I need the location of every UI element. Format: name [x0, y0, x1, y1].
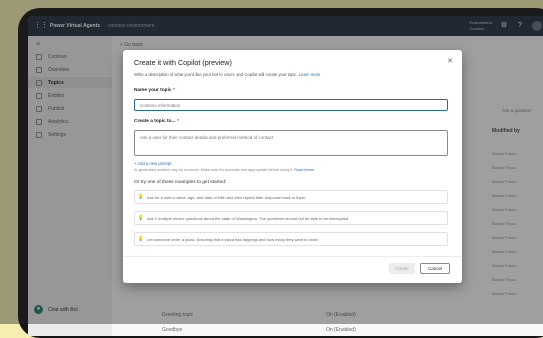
lightbulb-icon: 💡 [137, 215, 145, 221]
dialog-divider [123, 256, 462, 257]
example-prompt-card[interactable]: 💡 Ask for a user's name, age, and date o… [134, 190, 448, 204]
learn-more-link[interactable]: Learn more [299, 72, 320, 77]
close-icon[interactable]: ✕ [447, 57, 453, 65]
ai-disclaimer: AI-generated content may be incorrect. M… [134, 168, 314, 172]
example-text: Ask for a user's name, age, and date of … [147, 194, 307, 200]
example-prompt-card[interactable]: 💡 Ask 2 multiple choice questions about … [134, 211, 448, 225]
disclaimer-text: AI-generated content may be incorrect. M… [134, 168, 294, 172]
topic-label-text: Create a topic to... [134, 119, 176, 124]
example-text: Let someone order a pizza. Ensuring that… [147, 236, 319, 242]
topic-description-input[interactable] [134, 130, 448, 156]
topic-name-input[interactable] [134, 99, 448, 111]
read-terms-link[interactable]: Read terms [294, 168, 314, 172]
lightbulb-icon: 💡 [137, 236, 145, 242]
cancel-button[interactable]: Cancel [420, 263, 450, 274]
add-prompt-link[interactable]: + Add a new prompt [134, 161, 171, 166]
dialog-title: Create it with Copilot (preview) [134, 58, 232, 67]
example-prompt-card[interactable]: 💡 Let someone order a pizza. Ensuring th… [134, 232, 448, 246]
example-text: Ask 2 multiple choice questions about th… [147, 215, 350, 221]
copilot-create-topic-dialog: Create it with Copilot (preview) ✕ Write… [123, 50, 462, 283]
topic-name-goodbye[interactable]: Goodbye [162, 327, 182, 333]
dialog-description: Write a description of what you'd like y… [134, 72, 320, 77]
create-button[interactable]: Create [389, 263, 415, 274]
required-marker: * [176, 119, 179, 124]
required-marker: * [172, 88, 175, 93]
examples-label: Or try one of these examples to get star… [134, 180, 227, 185]
topic-description-label: Create a topic to... * [134, 119, 179, 124]
name-label-text: Name your topic [134, 88, 172, 93]
name-field-label: Name your topic * [134, 88, 175, 93]
description-text: Write a description of what you'd like y… [134, 72, 298, 77]
status-badge: On (Enabled) [326, 327, 356, 333]
lightbulb-icon: 💡 [137, 194, 145, 200]
